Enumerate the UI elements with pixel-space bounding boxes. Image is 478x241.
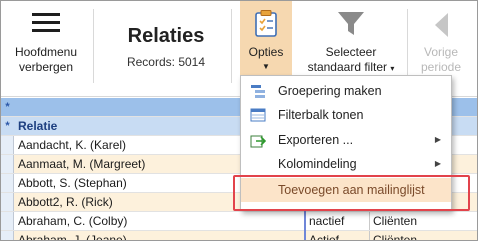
cell-relatie: Abraham, J. (Jeane) <box>18 233 127 241</box>
cell-status: Actief <box>305 231 369 240</box>
app-window: Hoofdmenu verbergen Relaties Records: 50… <box>0 0 478 241</box>
opties-label: Opties <box>248 45 284 59</box>
ribbon-separator <box>231 9 232 83</box>
chevron-right-icon: ▶ <box>434 135 441 144</box>
menu-item-kolomindeling[interactable]: Kolomindeling ▶ <box>241 152 451 176</box>
table-row[interactable]: Abraham, C. (Colby) nactief Cliënten <box>1 212 477 231</box>
hoofdmenu-label: Hoofdmenu verbergen <box>14 45 78 74</box>
hoofdmenu-button[interactable]: Hoofdmenu verbergen <box>1 1 91 97</box>
ribbon-separator <box>407 9 408 83</box>
record-count: Records: 5014 <box>126 55 206 69</box>
opties-button[interactable]: Opties ▼ <box>240 1 292 76</box>
table-row[interactable]: Abraham, J. (Jeane) Actief Cliënten <box>1 231 477 241</box>
row-indicator: * <box>5 120 10 132</box>
arrow-left-icon <box>432 11 450 42</box>
clipboard-checklist-icon <box>254 9 278 40</box>
chevron-down-icon: ▼ <box>262 62 270 71</box>
ribbon-separator <box>93 9 94 83</box>
cell-status: nactief <box>305 212 369 230</box>
menu-item-groepering[interactable]: Groepering maken <box>241 79 451 103</box>
menu-item-label: Exporteren ... <box>278 133 354 147</box>
chevron-down-icon: ▾ <box>390 64 395 73</box>
menu-item-label: Filterbalk tonen <box>278 108 364 122</box>
hamburger-icon <box>32 13 60 37</box>
filterbar-icon <box>250 107 266 123</box>
menu-item-label: Groepering maken <box>278 84 382 98</box>
menu-item-filterbalk[interactable]: Filterbalk tonen <box>241 103 451 127</box>
group-icon <box>250 83 266 99</box>
row-indicator: * <box>5 101 10 113</box>
cell-category: Cliënten <box>369 231 477 240</box>
vorige-label-line1: Vorige <box>423 45 459 59</box>
menu-item-label: Kolomindeling <box>278 157 357 171</box>
funnel-icon <box>336 9 366 42</box>
highlight-outline <box>233 175 470 211</box>
filter-label-line2: standaard filter <box>307 60 388 74</box>
menu-item-exporteren[interactable]: Exporteren ... ▶ <box>241 128 451 152</box>
page-title: Relaties <box>127 25 205 47</box>
cell-category: Cliënten <box>369 212 477 230</box>
cell-relatie: Abraham, C. (Colby) <box>18 214 128 228</box>
chevron-right-icon: ▶ <box>434 159 441 168</box>
filter-label-line1: Selecteer <box>325 45 377 59</box>
vorige-label-line2: periode <box>420 60 462 74</box>
export-icon <box>250 132 267 148</box>
